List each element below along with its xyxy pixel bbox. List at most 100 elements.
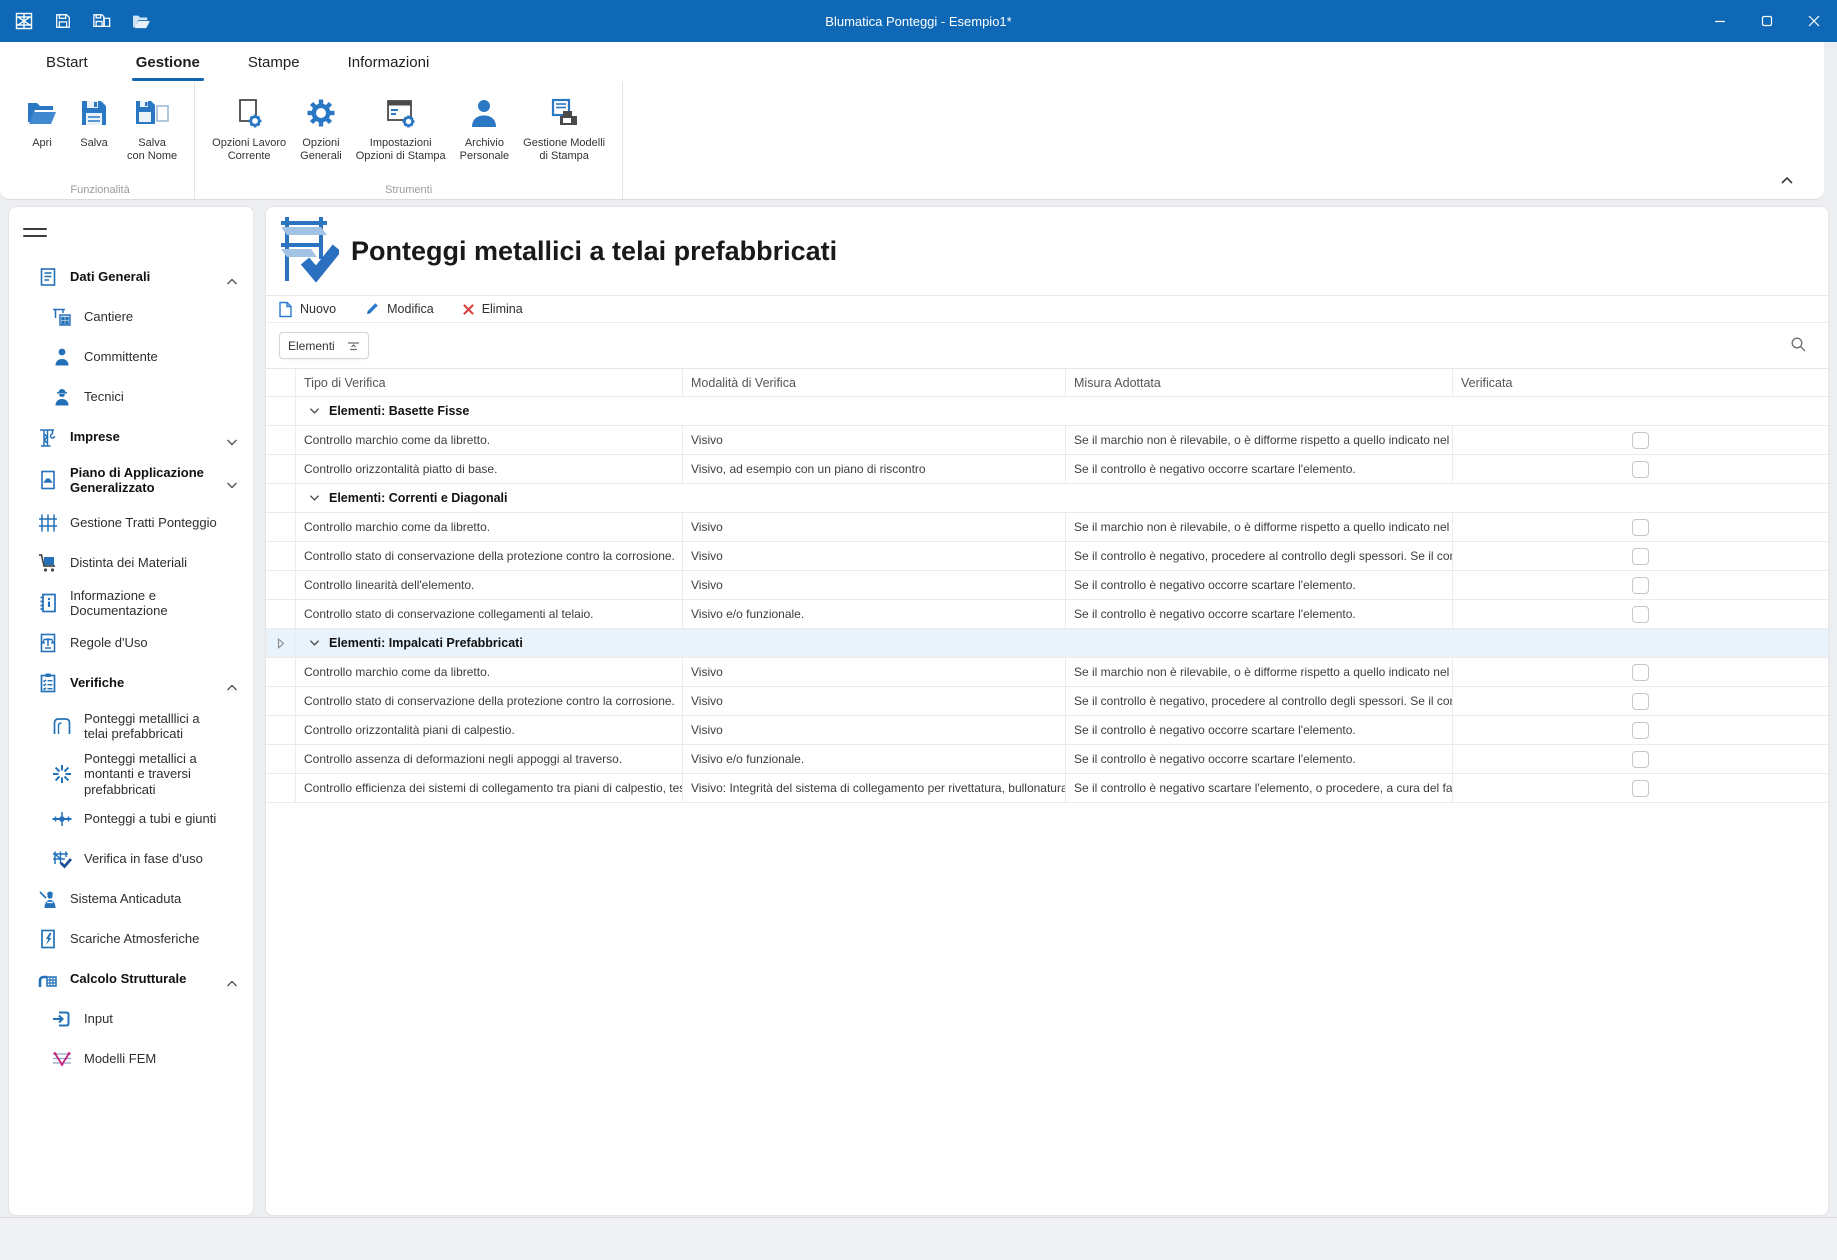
- table-row[interactable]: Controllo stato di conservazione della p…: [266, 687, 1828, 716]
- hamburger-menu-icon[interactable]: [23, 223, 47, 241]
- distinta-materiali-icon: [35, 552, 61, 574]
- sidebar-item-distinta-materiali[interactable]: Distinta dei Materiali: [9, 543, 253, 583]
- collapse-ribbon-button[interactable]: [1776, 171, 1798, 189]
- window-gear-icon: [385, 92, 417, 134]
- gear-icon: [305, 92, 337, 134]
- salva-con-nome-button[interactable]: Salva con Nome: [120, 88, 184, 163]
- chevron-down-icon: [309, 407, 320, 415]
- pencil-icon: [364, 301, 380, 317]
- sidebar-item-modelli-fem[interactable]: Modelli FEM: [9, 1039, 253, 1079]
- chevron-down-icon: [226, 433, 238, 451]
- sidebar-item-regole-uso[interactable]: Regole d'Uso: [9, 623, 253, 663]
- table-row[interactable]: Controllo orizzontalità piatto di base. …: [266, 455, 1828, 484]
- sidebar-item-informazione[interactable]: Informazione e Documentazione: [9, 583, 253, 623]
- sidebar-item-tecnici[interactable]: Tecnici: [9, 377, 253, 417]
- column-header-modalita[interactable]: Modalità di Verifica: [683, 369, 1066, 396]
- close-button[interactable]: [1790, 0, 1837, 42]
- table-row[interactable]: Controllo marchio come da libretto. Visi…: [266, 658, 1828, 687]
- ponteggi-tubi-icon: [49, 808, 75, 830]
- verificata-checkbox[interactable]: [1632, 722, 1649, 739]
- sidebar-item-committente[interactable]: Committente: [9, 337, 253, 377]
- table-row[interactable]: Controllo marchio come da libretto. Visi…: [266, 426, 1828, 455]
- sidebar-item-verifica-fase-uso[interactable]: Verifica in fase d'uso: [9, 839, 253, 879]
- verificata-checkbox[interactable]: [1632, 664, 1649, 681]
- sidebar-item-dati-generali[interactable]: Dati Generali: [9, 257, 253, 297]
- sidebar-item-scariche-atmosferiche[interactable]: Scariche Atmosferiche: [9, 919, 253, 959]
- row-indicator-icon: [277, 638, 285, 649]
- maximize-button[interactable]: [1743, 0, 1790, 42]
- ribbon-group-strumenti: Opzioni Lavoro Corrente Opzioni Generali…: [195, 82, 623, 199]
- group-row-impalcati-prefabbricati[interactable]: Elementi: Impalcati Prefabbricati: [266, 629, 1828, 658]
- table-row[interactable]: Controllo stato di conservazione della p…: [266, 542, 1828, 571]
- sidebar-item-ponteggi-telai[interactable]: Ponteggi metalllici a telai prefabbricat…: [9, 703, 253, 749]
- sidebar-item-sistema-anticaduta[interactable]: Sistema Anticaduta: [9, 879, 253, 919]
- group-row-correnti-diagonali[interactable]: Elementi: Correnti e Diagonali: [266, 484, 1828, 513]
- sidebar-item-calcolo-strutturale[interactable]: Calcolo Strutturale: [9, 959, 253, 999]
- save-as-icon: [134, 92, 170, 134]
- piano-applicazione-icon: [35, 469, 61, 491]
- elimina-button[interactable]: Elimina: [462, 302, 523, 316]
- table-row[interactable]: Controllo marchio come da libretto. Visi…: [266, 513, 1828, 542]
- archivio-personale-button[interactable]: Archivio Personale: [453, 88, 517, 163]
- ribbon-group-label: Funzionalità: [6, 184, 194, 196]
- action-bar: Nuovo Modifica Elimina: [266, 296, 1828, 323]
- printer-document-icon: [547, 92, 581, 134]
- gestione-modelli-stampa-button[interactable]: Gestione Modelli di Stampa: [516, 88, 612, 163]
- ribbon-tabs: BStart Gestione Stampe Informazioni: [0, 42, 1824, 82]
- search-icon[interactable]: [1790, 336, 1807, 358]
- opzioni-generali-button[interactable]: Opzioni Generali: [293, 88, 349, 163]
- modifica-button[interactable]: Modifica: [364, 301, 434, 317]
- verificata-checkbox[interactable]: [1632, 693, 1649, 710]
- scaffold-check-icon: [275, 213, 339, 290]
- column-header-verificata[interactable]: Verificata: [1453, 369, 1828, 396]
- verificata-checkbox[interactable]: [1632, 548, 1649, 565]
- table-row[interactable]: Controllo assenza di deformazioni negli …: [266, 745, 1828, 774]
- column-header-tipo[interactable]: Tipo di Verifica: [296, 369, 683, 396]
- verificata-checkbox[interactable]: [1632, 751, 1649, 768]
- tab-informazioni[interactable]: Informazioni: [324, 42, 454, 82]
- verificata-checkbox[interactable]: [1632, 577, 1649, 594]
- sidebar-item-piano-applicazione[interactable]: Piano di Applicazione Generalizzato: [9, 457, 253, 503]
- titlebar: Blumatica Ponteggi - Esempio1*: [0, 0, 1837, 42]
- sidebar-item-imprese[interactable]: Imprese: [9, 417, 253, 457]
- modelli-fem-icon: [49, 1048, 75, 1070]
- verificata-checkbox[interactable]: [1632, 461, 1649, 478]
- verificata-checkbox[interactable]: [1632, 432, 1649, 449]
- group-row-basette-fisse[interactable]: Elementi: Basette Fisse: [266, 397, 1828, 426]
- column-header-misura[interactable]: Misura Adottata: [1066, 369, 1453, 396]
- verifiche-table: Tipo di Verifica Modalità di Verifica Mi…: [266, 368, 1828, 803]
- tab-gestione[interactable]: Gestione: [112, 42, 224, 82]
- save-icon: [79, 92, 109, 134]
- apri-button[interactable]: Apri: [16, 88, 68, 150]
- main-panel: Ponteggi metallici a telai prefabbricati…: [265, 206, 1829, 1216]
- cantiere-icon: [49, 306, 75, 328]
- nuovo-button[interactable]: Nuovo: [278, 301, 336, 318]
- sidebar-item-ponteggi-tubi[interactable]: Ponteggi a tubi e giunti: [9, 799, 253, 839]
- elementi-dropdown[interactable]: Elementi: [279, 332, 369, 359]
- verificata-checkbox[interactable]: [1632, 519, 1649, 536]
- opzioni-lavoro-corrente-button[interactable]: Opzioni Lavoro Corrente: [205, 88, 293, 163]
- table-row[interactable]: Controllo orizzontalità piani di calpest…: [266, 716, 1828, 745]
- minimize-button[interactable]: [1696, 0, 1743, 42]
- sidebar-item-ponteggi-montanti[interactable]: Ponteggi metallici a montanti e traversi…: [9, 749, 253, 799]
- table-row[interactable]: Controllo linearità dell'elemento. Visiv…: [266, 571, 1828, 600]
- sidebar-item-input[interactable]: Input: [9, 999, 253, 1039]
- table-row[interactable]: Controllo stato di conservazione collega…: [266, 600, 1828, 629]
- table-row[interactable]: Controllo efficienza dei sistemi di coll…: [266, 774, 1828, 803]
- new-document-icon: [278, 301, 293, 318]
- verifica-fase-uso-icon: [49, 848, 75, 870]
- window-title: Blumatica Ponteggi - Esempio1*: [0, 0, 1837, 42]
- workspace: Dati Generali Cantiere Committente Tecni…: [8, 206, 1829, 1216]
- verificata-checkbox[interactable]: [1632, 780, 1649, 797]
- scariche-atmosferiche-icon: [35, 928, 61, 950]
- sidebar-item-cantiere[interactable]: Cantiere: [9, 297, 253, 337]
- tab-stampe[interactable]: Stampe: [224, 42, 324, 82]
- filter-bar: Elementi: [266, 323, 1828, 368]
- salva-button[interactable]: Salva: [68, 88, 120, 150]
- impostazioni-opzioni-stampa-button[interactable]: Impostazioni Opzioni di Stampa: [349, 88, 453, 163]
- verificata-checkbox[interactable]: [1632, 606, 1649, 623]
- tab-bstart[interactable]: BStart: [22, 42, 112, 82]
- sidebar-item-verifiche[interactable]: Verifiche: [9, 663, 253, 703]
- sidebar-item-gestione-tratti[interactable]: Gestione Tratti Ponteggio: [9, 503, 253, 543]
- chevron-up-icon: [226, 975, 238, 993]
